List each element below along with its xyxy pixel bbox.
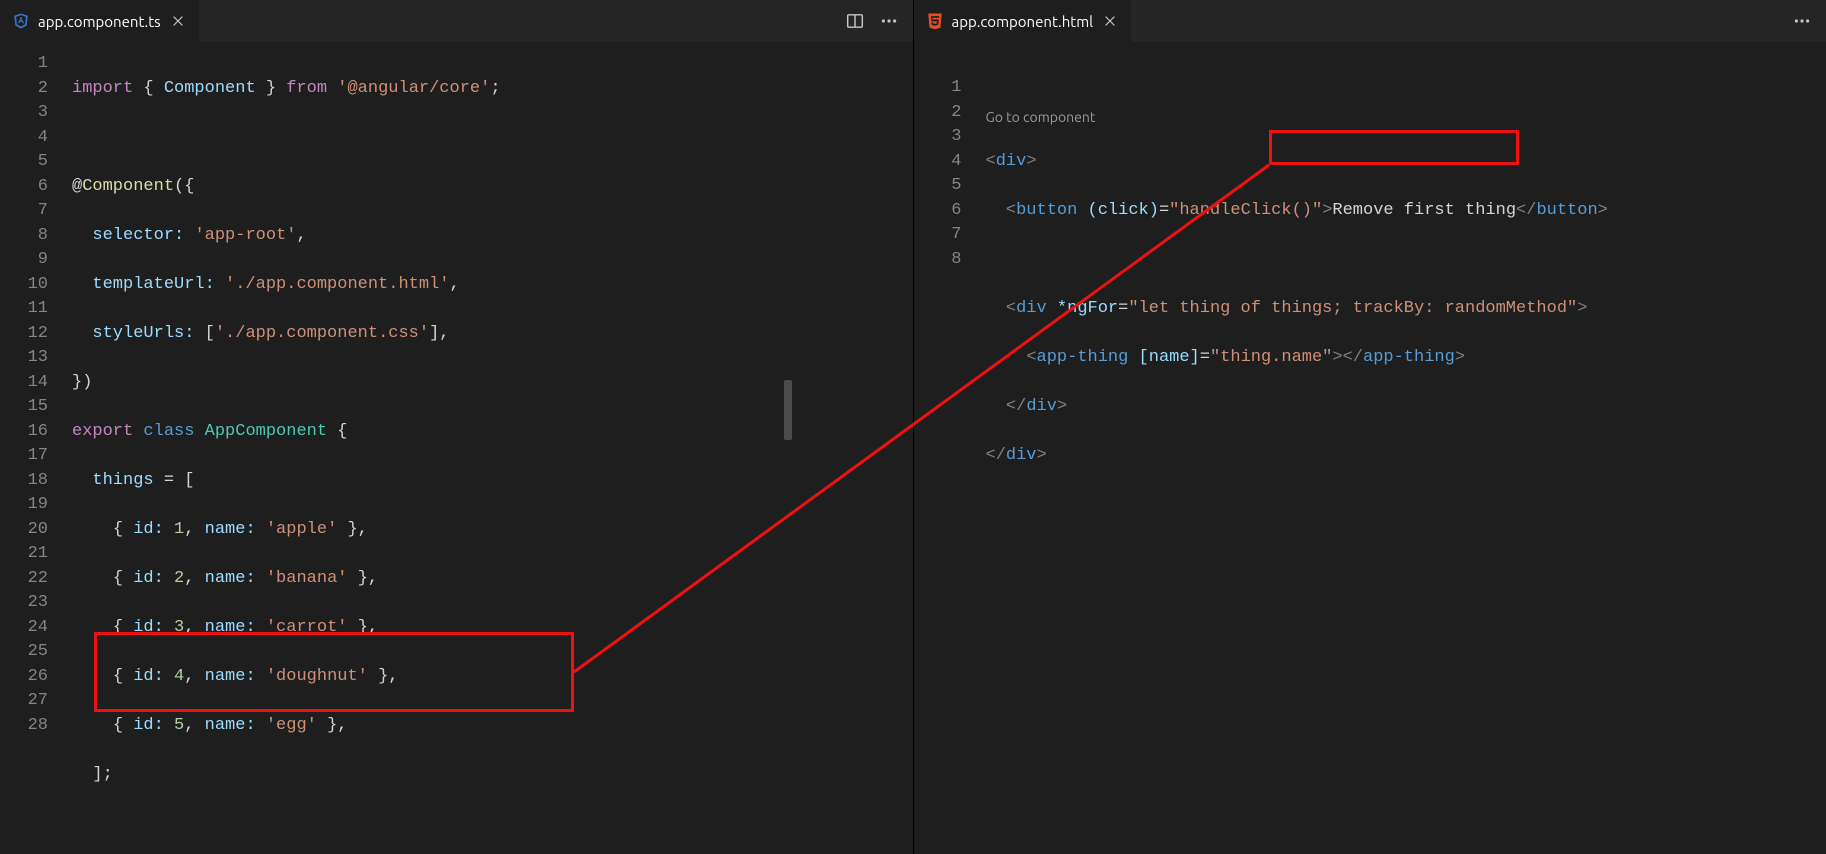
code-lines-left[interactable]: import { Component } from '@angular/core…	[72, 42, 913, 854]
tab-bar: app.component.html	[914, 0, 1826, 42]
tab-app-component-ts[interactable]: app.component.ts	[0, 0, 200, 42]
close-icon[interactable]	[169, 12, 187, 30]
split-editor-icon[interactable]	[845, 11, 865, 31]
tab-bar: app.component.ts	[0, 0, 913, 42]
editor-split: app.component.ts 12345678910111213141516…	[0, 0, 1826, 854]
more-actions-icon[interactable]	[1792, 11, 1812, 31]
tab-app-component-html[interactable]: app.component.html	[914, 0, 1133, 42]
code-area-left[interactable]: 1234567891011121314151617181920212223242…	[0, 42, 913, 854]
split-sash[interactable]	[784, 380, 792, 440]
codelens-go-to-component[interactable]: Go to component	[986, 105, 1826, 125]
tab-filename: app.component.html	[952, 13, 1094, 30]
tab-actions	[1792, 11, 1826, 31]
more-actions-icon[interactable]	[879, 11, 899, 31]
editor-pane-left: app.component.ts 12345678910111213141516…	[0, 0, 914, 854]
editor-pane-right: app.component.html 12345678 Go to compon…	[914, 0, 1826, 854]
html5-icon	[926, 12, 944, 30]
code-lines-right[interactable]: Go to component <div> <button (click)="h…	[986, 42, 1826, 854]
line-gutter: 1234567891011121314151617181920212223242…	[0, 42, 72, 854]
line-gutter: 12345678	[914, 42, 986, 854]
tab-filename: app.component.ts	[38, 13, 161, 30]
tab-actions	[845, 11, 913, 31]
angular-icon	[12, 12, 30, 30]
close-icon[interactable]	[1101, 12, 1119, 30]
code-area-right[interactable]: 12345678 Go to component <div> <button (…	[914, 42, 1826, 854]
